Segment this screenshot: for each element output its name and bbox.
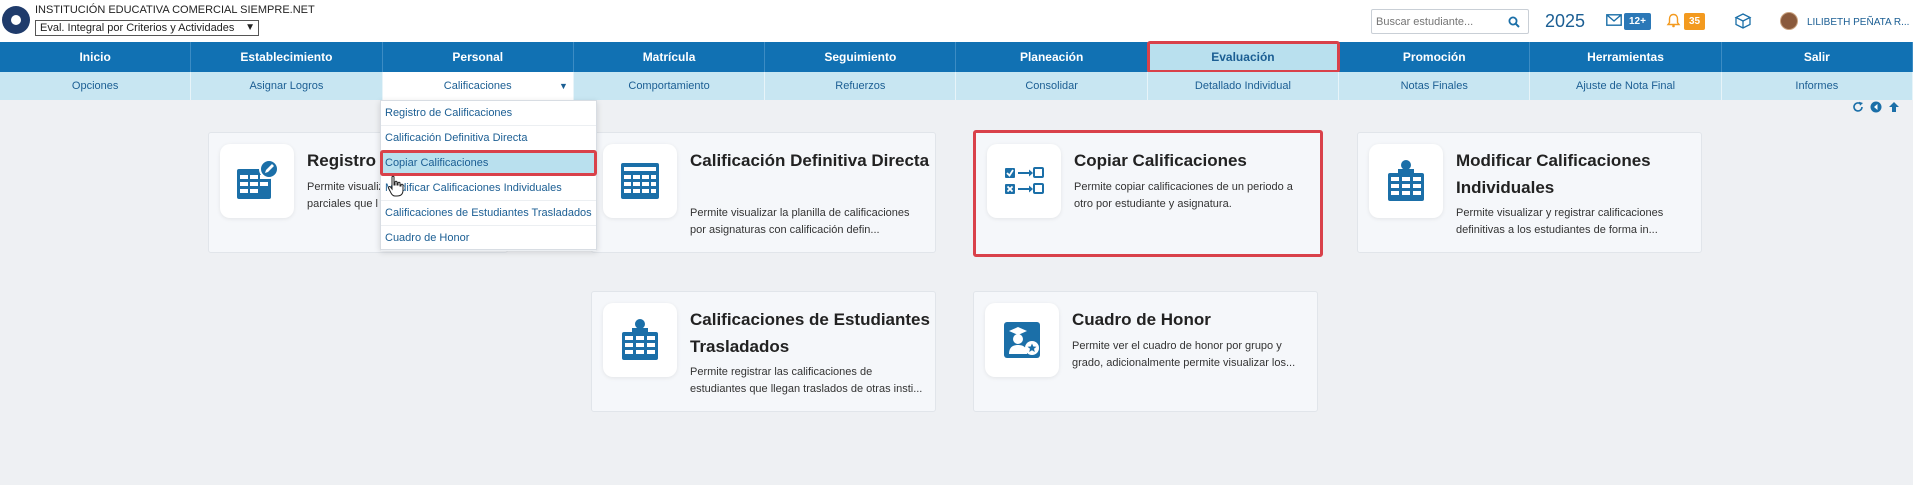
student-search-input[interactable] bbox=[1372, 10, 1497, 33]
back-icon[interactable] bbox=[1870, 101, 1882, 113]
card-description: Permite copiar calificaciones de un peri… bbox=[1074, 181, 1293, 210]
card-copiar-calificaciones[interactable]: Copiar Calificaciones Permite copiar cal… bbox=[973, 130, 1323, 257]
subnav-calificaciones[interactable]: Calificaciones ▼ bbox=[382, 72, 574, 100]
nav-inicio[interactable]: Inicio bbox=[0, 42, 192, 72]
subnav-consolidar[interactable]: Consolidar bbox=[956, 72, 1148, 100]
transferred-students-icon bbox=[622, 319, 658, 360]
card-description: Permite visualizar la planilla de califi… bbox=[690, 207, 910, 236]
main-navigation: Inicio Establecimiento Personal Matrícul… bbox=[0, 42, 1913, 72]
card-description-line-2: parciales que l bbox=[307, 198, 378, 210]
subnav-detallado-individual[interactable]: Detallado Individual bbox=[1148, 72, 1340, 100]
arrow-up-icon[interactable] bbox=[1888, 101, 1900, 113]
menu-item-registro-calificaciones[interactable]: Registro de Calificaciones bbox=[381, 101, 596, 126]
subnav-informes[interactable]: Informes bbox=[1722, 72, 1913, 100]
card-description: Permite visualizar y registrar calificac… bbox=[1456, 207, 1664, 236]
institution-name: INSTITUCIÓN EDUCATIVA COMERCIAL SIEMPRE.… bbox=[35, 4, 315, 16]
menu-item-calificacion-definitiva[interactable]: Calificación Definitiva Directa bbox=[381, 126, 596, 151]
subnav-comportamiento[interactable]: Comportamiento bbox=[574, 72, 766, 100]
caret-down-icon: ▼ bbox=[558, 81, 568, 91]
card-title: Calificación Definitiva Directa bbox=[690, 151, 930, 170]
search-icon[interactable] bbox=[1508, 16, 1520, 28]
institution-logo bbox=[2, 6, 30, 34]
academic-year[interactable]: 2025 bbox=[1545, 11, 1585, 32]
bell-icon[interactable] bbox=[1666, 13, 1681, 28]
menu-item-cuadro-honor[interactable]: Cuadro de Honor bbox=[381, 226, 596, 251]
card-cuadro-honor[interactable]: Cuadro de Honor Permite ver el cuadro de… bbox=[973, 291, 1318, 412]
card-calificacion-definitiva[interactable]: Calificación Definitiva Directa Permite … bbox=[591, 132, 936, 253]
hand-cursor-icon bbox=[387, 175, 404, 197]
card-title: Calificaciones de Estudiantes Trasladado… bbox=[690, 310, 930, 356]
cube-icon[interactable] bbox=[1734, 12, 1752, 30]
honor-award-icon bbox=[1004, 322, 1040, 358]
card-description: Permite ver el cuadro de honor por grupo… bbox=[1072, 340, 1296, 369]
subnav-refuerzos[interactable]: Refuerzos bbox=[765, 72, 957, 100]
evaluation-type-value: Eval. Integral por Criterios y Actividad… bbox=[40, 22, 235, 34]
sub-navigation: Opciones Asignar Logros Calificaciones ▼… bbox=[0, 72, 1913, 100]
card-title: Modificar Calificaciones Individuales bbox=[1456, 151, 1651, 197]
subnav-opciones[interactable]: Opciones bbox=[0, 72, 192, 100]
menu-item-modificar-calificaciones[interactable]: Modificar Calificaciones Individuales bbox=[381, 176, 596, 201]
subnav-calificaciones-label: Calificaciones bbox=[443, 80, 512, 92]
menu-item-estudiantes-trasladados[interactable]: Calificaciones de Estudiantes Trasladado… bbox=[381, 201, 596, 226]
nav-evaluacion[interactable]: Evaluación bbox=[1147, 42, 1340, 72]
top-header: INSTITUCIÓN EDUCATIVA COMERCIAL SIEMPRE.… bbox=[0, 0, 1913, 42]
copy-grades-icon bbox=[1005, 167, 1044, 194]
nav-planeacion[interactable]: Planeación bbox=[956, 42, 1148, 72]
refresh-icon[interactable] bbox=[1852, 101, 1864, 113]
student-search[interactable] bbox=[1371, 9, 1529, 34]
nav-matricula[interactable]: Matrícula bbox=[574, 42, 766, 72]
subnav-ajuste-nota-final[interactable]: Ajuste de Nota Final bbox=[1530, 72, 1722, 100]
card-modificar-calificaciones[interactable]: Modificar Calificaciones Individuales Pe… bbox=[1357, 132, 1702, 253]
nav-promocion[interactable]: Promoción bbox=[1339, 42, 1531, 72]
card-title: Cuadro de Honor bbox=[1072, 310, 1211, 329]
card-icon-box bbox=[1369, 144, 1443, 218]
menu-item-copiar-calificaciones[interactable]: Copiar Calificaciones bbox=[381, 151, 596, 176]
chevron-down-icon: ▼ bbox=[245, 22, 255, 33]
nav-establecimiento[interactable]: Establecimiento bbox=[191, 42, 383, 72]
user-name[interactable]: LILIBETH PEÑATA R... bbox=[1807, 17, 1909, 28]
notification-count-badge[interactable]: 35 bbox=[1684, 13, 1706, 30]
page-tools bbox=[1852, 101, 1900, 113]
subnav-asignar-logros[interactable]: Asignar Logros bbox=[191, 72, 383, 100]
card-icon-box bbox=[603, 144, 677, 218]
student-grades-icon bbox=[1388, 160, 1424, 201]
nav-seguimiento[interactable]: Seguimiento bbox=[765, 42, 957, 72]
card-icon-box bbox=[985, 303, 1059, 377]
grade-sheet-check-icon bbox=[621, 163, 659, 199]
subnav-notas-finales[interactable]: Notas Finales bbox=[1339, 72, 1531, 100]
nav-herramientas[interactable]: Herramientas bbox=[1530, 42, 1722, 72]
nav-personal[interactable]: Personal bbox=[383, 42, 574, 72]
evaluation-type-select[interactable]: Eval. Integral por Criterios y Actividad… bbox=[35, 20, 259, 36]
mail-count-badge[interactable]: 12+ bbox=[1624, 13, 1651, 30]
card-estudiantes-trasladados[interactable]: Calificaciones de Estudiantes Trasladado… bbox=[591, 291, 936, 412]
calificaciones-dropdown: Registro de Calificaciones Calificación … bbox=[380, 100, 597, 251]
grade-sheet-edit-icon bbox=[237, 159, 279, 199]
card-title: Copiar Calificaciones bbox=[1074, 151, 1247, 170]
card-icon-box bbox=[603, 303, 677, 377]
card-icon-box bbox=[220, 144, 294, 218]
user-avatar[interactable] bbox=[1780, 12, 1798, 30]
card-description: Permite registrar las calificaciones de … bbox=[690, 366, 923, 395]
mail-icon[interactable] bbox=[1606, 14, 1622, 26]
card-icon-box bbox=[987, 144, 1061, 218]
nav-salir[interactable]: Salir bbox=[1722, 42, 1913, 72]
